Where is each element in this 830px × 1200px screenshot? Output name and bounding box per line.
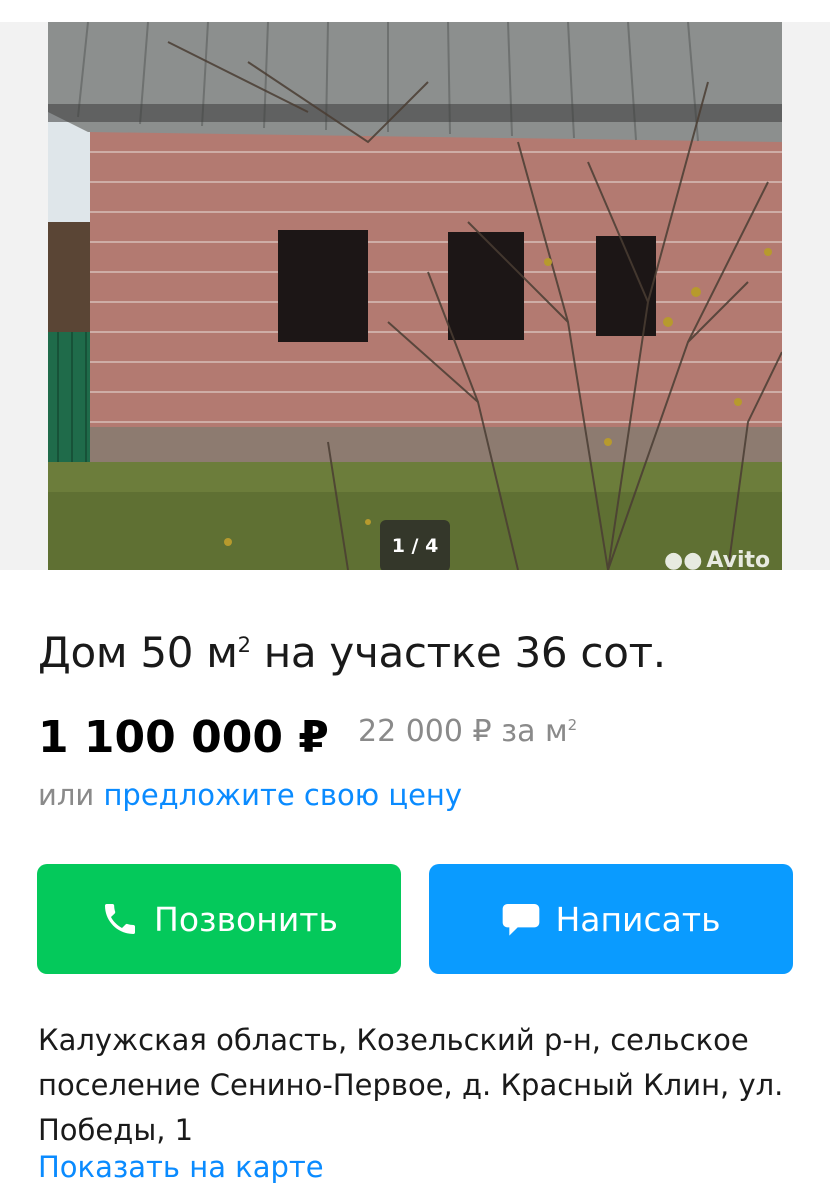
call-button[interactable]: Позвонить bbox=[37, 864, 401, 974]
show-on-map-link[interactable]: Показать на карте bbox=[38, 1150, 324, 1184]
listing-address: Калужская область, Козельский р-н, сельс… bbox=[38, 1023, 784, 1147]
write-button[interactable]: Написать bbox=[429, 864, 793, 974]
watermark: ●● Avito bbox=[664, 548, 770, 570]
title-rest: на участке 36 сот. bbox=[250, 628, 666, 677]
photo-counter: 1 / 4 bbox=[380, 520, 450, 570]
offer-price-link[interactable]: предложите свою цену bbox=[103, 778, 462, 812]
phone-icon bbox=[100, 899, 140, 939]
chat-bubble-icon bbox=[501, 900, 541, 938]
watermark-text: Avito bbox=[706, 548, 771, 570]
photo-gallery[interactable]: 1 / 4 ●● Avito bbox=[0, 22, 830, 570]
call-button-label: Позвонить bbox=[154, 899, 338, 939]
price-per-square-meter: 22 000 ₽ за м2 bbox=[358, 714, 577, 749]
offer-price-line: или предложите свою цену bbox=[38, 778, 462, 812]
listing-title: Дом 50 м2 на участке 36 сот. bbox=[38, 628, 666, 677]
write-button-label: Написать bbox=[555, 899, 721, 939]
listing-photo[interactable] bbox=[48, 22, 782, 570]
status-bar-spacer bbox=[0, 0, 830, 22]
price-per-m-text: 22 000 ₽ за м bbox=[358, 714, 568, 749]
listing-price: 1 100 000 ₽ bbox=[38, 712, 329, 763]
price-per-m-sup: 2 bbox=[567, 716, 578, 734]
avito-logo-icon: ●● bbox=[664, 548, 703, 570]
title-main: Дом 50 м bbox=[38, 628, 238, 677]
title-unit-sup: 2 bbox=[237, 633, 251, 657]
offer-prefix: или bbox=[38, 778, 104, 812]
